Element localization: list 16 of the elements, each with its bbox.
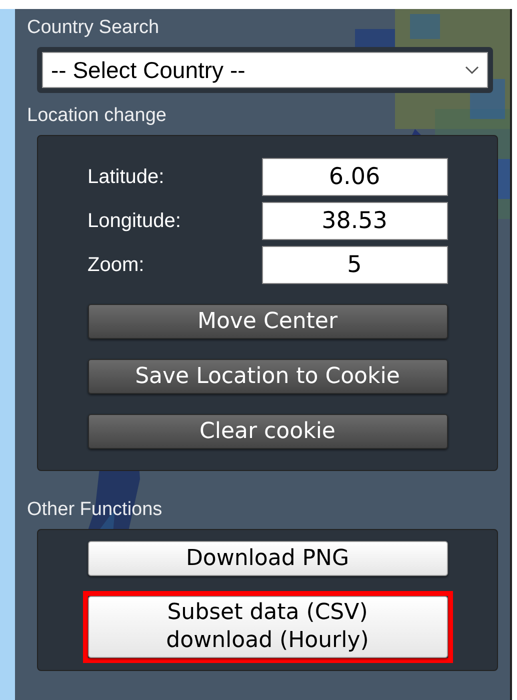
field-label: Zoom: (88, 253, 146, 278)
action-button[interactable]: Move Center (88, 304, 448, 339)
input-field[interactable]: 6.06 (262, 158, 448, 196)
section-title: Other Functions (27, 499, 164, 521)
field-label: Latitude: (88, 165, 166, 190)
action-button[interactable]: Download PNG (88, 541, 448, 576)
field-label: Longitude: (88, 209, 182, 234)
action-button[interactable]: Save Location to Cookie (88, 359, 448, 394)
action-button[interactable]: Clear cookie (88, 414, 448, 449)
action-button[interactable]: Subset data (CSV) download (Hourly) (88, 596, 448, 658)
section-title: Location change (27, 105, 168, 127)
input-field[interactable]: 38.53 (262, 202, 448, 240)
section-title: Country Search (27, 17, 160, 39)
input-field[interactable]: 5 (262, 246, 448, 284)
country-select[interactable]: -- Select Country -- (42, 52, 488, 88)
chevron-down-icon (465, 66, 479, 74)
